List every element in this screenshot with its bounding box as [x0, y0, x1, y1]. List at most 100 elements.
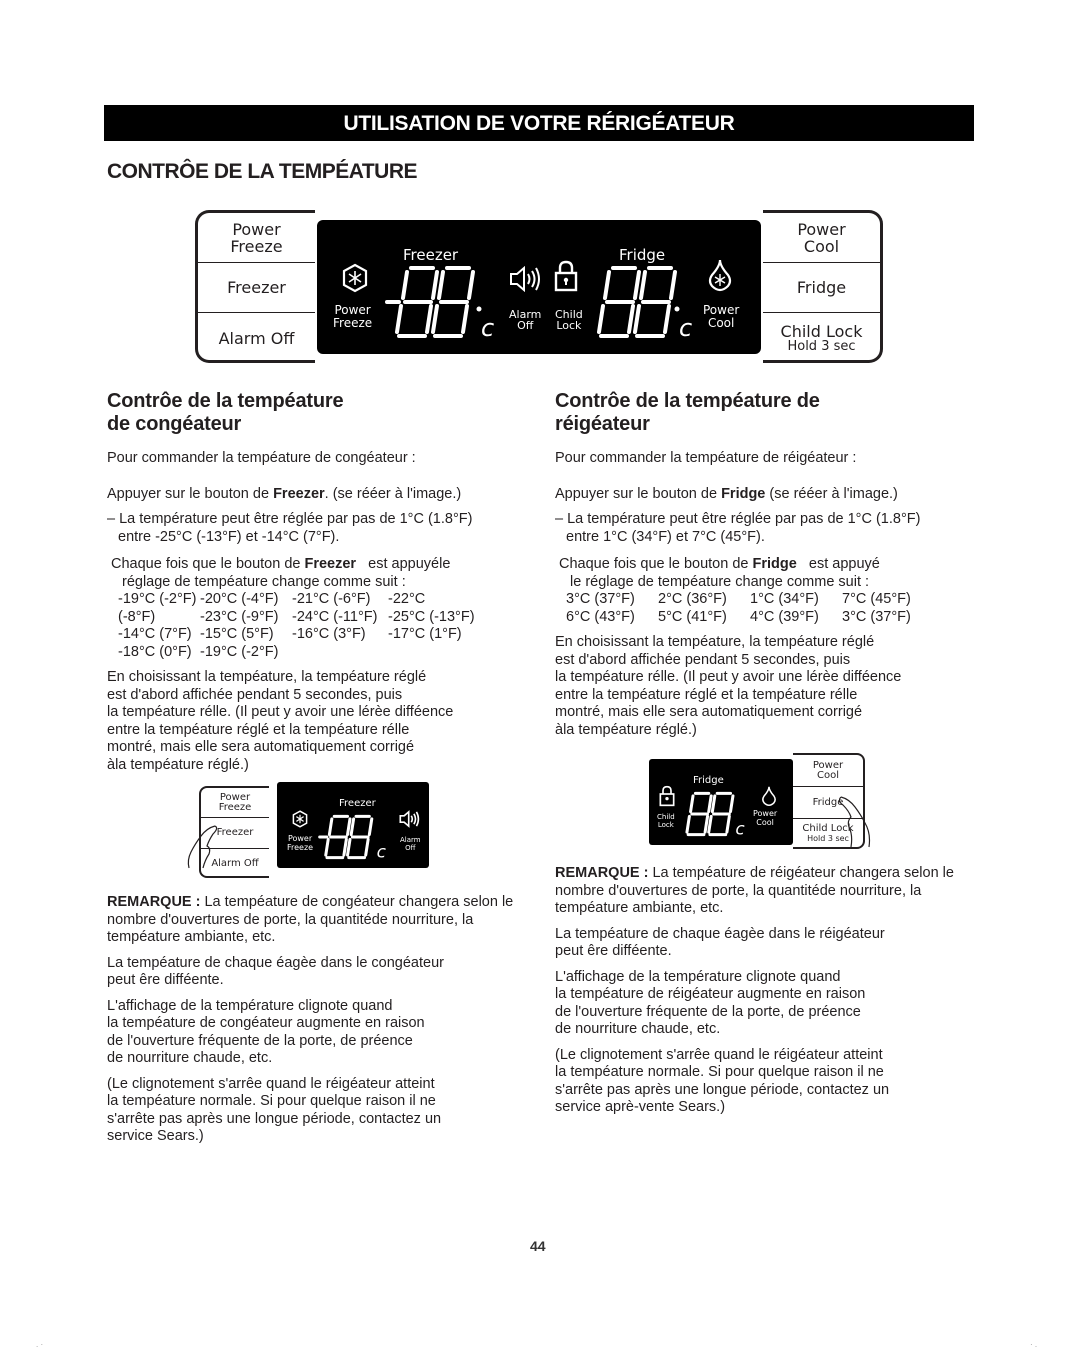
freezer-blink-note: L'affichage de la température clignote q…: [107, 998, 527, 1068]
freezer-range: – La température peut être réglée par pa…: [107, 511, 473, 545]
mini-freezer-display: Freezer Power Freeze c Alarm Off: [277, 782, 429, 868]
power-freeze-button[interactable]: Power Freeze: [198, 213, 315, 263]
freezer-choose-paragraph: En choisissant la tempéature, la tempéat…: [107, 669, 527, 774]
fridge-temperature-sequence: 3°C (37°F) 2°C (36°F) 1°C (34°F) 7°C (45°F)…: [555, 591, 975, 626]
text-line: de l'ouverture fréquente de la porte, de…: [107, 1032, 413, 1049]
fridge-shelf-note: La tempéature de chaque éagèe dans le ré…: [555, 926, 975, 961]
text-line: montré, mais elle sera automatiquement c…: [107, 739, 415, 755]
freezer-stop-note: (Le clignotement s'arrêe quand le réigéa…: [107, 1076, 527, 1146]
text-line: s'arrête pas après une longue période, c…: [107, 1110, 442, 1127]
power-cool-indicator: Power Cool: [703, 303, 740, 330]
temperature-setting: -14°C (7°F): [118, 626, 192, 642]
alarm-off-button[interactable]: Alarm Off: [198, 313, 315, 363]
mini-fridge-readout: c: [685, 791, 745, 837]
control-panel-diagram: Power Freeze Freezer Alarm Off Freezer F…: [195, 210, 883, 365]
text-line: service Sears.): [107, 1128, 204, 1144]
chapter-banner: UTILISATION DE VOTRE RÉRIGÉATEUR: [104, 105, 974, 141]
padlock-icon: [554, 260, 578, 292]
page-number: 44: [530, 1238, 546, 1254]
crop-mark: · .: [1030, 1340, 1038, 1349]
button-label: Alarm Off: [218, 328, 295, 348]
fridge-choose-paragraph: En choisissant la tempéature, la tempéat…: [555, 634, 975, 739]
fridge-button[interactable]: Fridge: [763, 263, 880, 313]
text-line: de nourriture chaude, etc.: [107, 1050, 273, 1066]
temperature-setting: 6°C (43°F): [566, 608, 635, 625]
text-line: (Le clignotement s'arrêe quand le réigéa…: [107, 1075, 435, 1092]
temperature-setting: -20°C (-4°F): [200, 591, 279, 607]
svg-text:c: c: [481, 314, 494, 340]
button-label: Freezer: [227, 278, 286, 297]
pointing-hand-icon: [187, 825, 218, 869]
freezer-intro: Pour commander la tempéature de congéate…: [107, 450, 416, 466]
mini-fridge-display: Fridge Child Lock c Power Cool: [649, 759, 793, 845]
text-line: entre la tempéature réglé et la tempéatu…: [107, 721, 410, 738]
text-line: montré, mais elle sera automatiquement c…: [555, 704, 863, 720]
temperature-setting: -18°C (0°F): [118, 643, 192, 660]
mini-power-cool-button: Power Cool: [793, 755, 863, 787]
text-line: La tempéature de chaque éagèe dans le co…: [107, 954, 444, 971]
section-title: CONTRÔE DE LA TEMPÉATURE: [107, 160, 418, 183]
temperature-setting: -25°C (-13°F): [388, 608, 475, 625]
text-line: s'arrête pas après une longue période, c…: [555, 1081, 890, 1098]
freezer-temp-readout: c: [385, 266, 494, 340]
button-label: Cool: [803, 236, 840, 256]
svg-text:c: c: [679, 314, 692, 340]
temperature-setting: -21°C (-6°F): [292, 591, 371, 607]
button-label: Power: [797, 219, 846, 239]
text-line: la tempéature de réigéateur augmente en …: [555, 986, 866, 1002]
freezer-button-figure: Power Freeze Freezer Alarm Off Freezer Po…: [107, 774, 527, 884]
text-line: service aprè-vente Sears.): [555, 1099, 726, 1115]
freezer-display-label: Freezer: [403, 246, 459, 264]
fridge-note: REMARQUE : La tempéature de réigéateur c…: [555, 865, 954, 916]
text-line: est d'abord affichée pendant 5 secondes,…: [555, 651, 851, 668]
temperature-setting: 7°C (45°F): [842, 591, 911, 607]
freezer-section-heading: Contrôe de la tempéature de congéateur: [107, 390, 344, 435]
text-line: de nourriture chaude, etc.: [555, 1021, 721, 1037]
temperature-setting: -24°C (-11°F): [292, 608, 378, 625]
temperature-setting: -16°C (3°F): [292, 626, 366, 642]
pointing-hand-icon: [839, 796, 871, 848]
text-line: entre la tempéature réglé et la tempéatu…: [555, 686, 858, 703]
fridge-range: – La température peut être réglée par pa…: [555, 511, 921, 545]
freezer-button[interactable]: Freezer: [198, 263, 315, 313]
freezer-temperature-sequence: -19°C (-2°F) -20°C (-4°F) -21°C (-6°F) -22°…: [107, 591, 527, 661]
text-line: L'affichage de la température clignote q…: [555, 968, 841, 985]
text-line: La tempéature de chaque éagèe dans le ré…: [555, 925, 885, 942]
temperature-setting: -22°C: [388, 591, 426, 607]
freezer-button-column: Power Freeze Freezer Alarm Off: [195, 210, 315, 363]
text-line: àla tempéature réglé.): [555, 721, 697, 738]
temperature-setting: -23°C (-9°F): [200, 608, 279, 625]
fridge-display-label: Fridge: [619, 246, 666, 264]
temperature-setting: -19°C (-2°F): [118, 591, 197, 607]
freezer-sequence-intro: Chaque fois que le bouton de Freezer est…: [111, 556, 451, 590]
text-line: la tempéature de congéateur augmente en …: [107, 1015, 425, 1031]
temperature-setting: 3°C (37°F): [566, 591, 635, 607]
temperature-setting: 3°C (37°F): [842, 608, 911, 625]
temperature-setting: -15°C (5°F): [200, 626, 274, 642]
snowflake-hexagon-icon: [342, 263, 368, 293]
fridge-stop-note: (Le clignotement s'arrêe quand le réigéa…: [555, 1047, 975, 1117]
text-line: L'affichage de la température clignote q…: [107, 997, 393, 1014]
text-line: de l'ouverture fréquente de la porte, de…: [555, 1003, 861, 1020]
text-line: la tempéature normale. Si pour quelque r…: [555, 1064, 884, 1080]
power-freeze-indicator: Power Freeze: [333, 303, 373, 330]
child-lock-button[interactable]: Child Lock Hold 3 sec: [763, 313, 880, 363]
text-line: est d'abord affichée pendant 5 secondes,…: [107, 686, 403, 703]
temperature-setting: -19°C (-2°F): [200, 643, 279, 660]
temperature-setting: (-8°F): [118, 608, 156, 625]
snowflake-hexagon-icon: [292, 810, 308, 828]
fridge-sequence-intro: Chaque fois que le bouton de Fridge est …: [559, 556, 880, 590]
text-line: la tempéature normale. Si pour quelque r…: [107, 1093, 436, 1109]
mini-power-freeze-button: Power Freeze: [201, 788, 269, 818]
crop-mark: . ·: [36, 1340, 44, 1349]
temperature-setting: 5°C (41°F): [658, 608, 727, 625]
freezer-shelf-note: La tempéature de chaque éagèe dans le co…: [107, 955, 527, 990]
padlock-icon: [659, 785, 675, 807]
button-sublabel: Hold 3 sec: [787, 338, 856, 354]
power-cool-button[interactable]: Power Cool: [763, 213, 880, 263]
speaker-icon: [399, 810, 420, 828]
svg-text:c: c: [377, 842, 387, 860]
freezer-press-instruction: Appuyer sur le bouton de Freezer. (se ré…: [107, 485, 462, 502]
alarm-off-indicator: Alarm Off: [509, 308, 542, 332]
text-line: la tempéature rélle. (Il peut y avoir un…: [107, 704, 454, 720]
